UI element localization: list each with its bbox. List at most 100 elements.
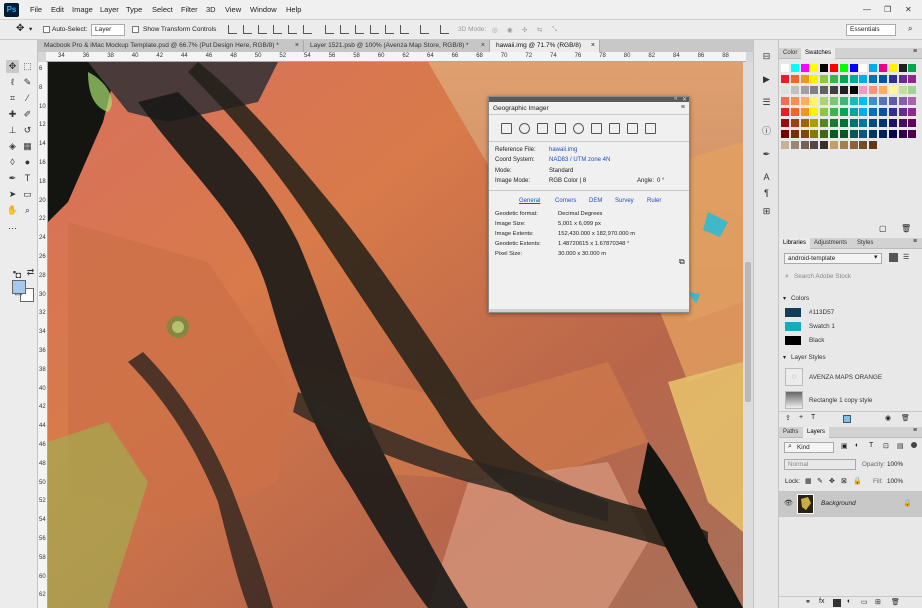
distribute-bottom-icon[interactable] — [355, 25, 364, 34]
color-swatch[interactable] — [849, 97, 858, 105]
marquee-tool-icon[interactable]: ⬚ — [21, 60, 34, 73]
color-swatch[interactable] — [790, 64, 799, 72]
collapse-icon[interactable]: « — [674, 96, 677, 102]
menu-window[interactable]: Window — [250, 5, 277, 14]
color-swatch[interactable] — [820, 75, 829, 83]
align-top-icon[interactable] — [228, 25, 237, 34]
color-swatch[interactable] — [908, 97, 917, 105]
color-swatch[interactable] — [859, 75, 868, 83]
color-swatch[interactable] — [879, 97, 887, 105]
color-swatch[interactable] — [839, 75, 848, 83]
menu-layer[interactable]: Layer — [100, 5, 119, 14]
menu-help[interactable]: Help — [286, 5, 301, 14]
auto-select-checkbox[interactable] — [43, 26, 50, 33]
color-swatch[interactable] — [800, 108, 809, 116]
dodge-tool-icon[interactable]: ● — [21, 156, 34, 169]
tab-layer-1521[interactable]: Layer 1521.psb @ 100% (Avenza Map Store,… — [304, 40, 490, 52]
layer-filter-dropdown[interactable]: ⌕ Kind — [784, 442, 834, 453]
color-swatch[interactable] — [781, 97, 789, 105]
color-swatch[interactable] — [810, 108, 819, 116]
move-tool-icon[interactable]: ✥ — [16, 23, 24, 34]
color-swatch[interactable] — [849, 141, 858, 149]
library-dropdown[interactable]: android-template — [784, 253, 882, 264]
panel-drag-handle[interactable] — [489, 97, 689, 102]
clone-stamp-icon[interactable]: ⊥ — [6, 124, 19, 137]
add-text-icon[interactable]: T — [811, 414, 815, 421]
color-swatch[interactable] — [859, 141, 868, 149]
color-swatch[interactable] — [800, 119, 809, 127]
color-swatch[interactable] — [781, 86, 789, 94]
color-swatch[interactable] — [810, 141, 819, 149]
tile-icon[interactable] — [537, 123, 548, 134]
color-swatch[interactable] — [800, 64, 809, 72]
color-swatch[interactable] — [839, 86, 848, 94]
trash-icon[interactable]: 🗑 — [901, 414, 910, 422]
hand-tool-icon[interactable]: ✋ — [6, 204, 19, 217]
filter-adjustment-icon[interactable]: ◐ — [855, 442, 859, 449]
filter-type-icon[interactable]: T — [869, 442, 873, 449]
table-icon[interactable] — [627, 123, 638, 134]
color-swatch[interactable] — [859, 108, 868, 116]
color-swatch[interactable] — [849, 108, 858, 116]
menu-edit[interactable]: Edit — [51, 5, 64, 14]
terrain-icon[interactable] — [591, 123, 602, 134]
geodetic-format-value[interactable]: Decimal Degrees — [558, 211, 602, 217]
reference-file-value[interactable]: hawaii.img — [549, 147, 577, 153]
lock-pixels-icon[interactable]: ✎ — [817, 477, 823, 485]
color-swatch[interactable] — [820, 108, 829, 116]
filter-toggle-icon[interactable] — [911, 442, 917, 448]
color-swatch[interactable] — [790, 86, 799, 94]
panel-menu-icon[interactable]: ≡ — [913, 238, 917, 245]
color-swatch[interactable] — [849, 130, 858, 138]
close-icon[interactable]: ✕ — [682, 96, 687, 103]
adjustment-layer-icon[interactable]: ◐ — [847, 598, 851, 605]
color-swatch[interactable] — [898, 119, 907, 127]
resize-handle[interactable] — [489, 309, 689, 312]
info-icon[interactable]: ⓘ — [760, 125, 773, 137]
color-swatch[interactable] — [879, 130, 887, 138]
zoom-tool-icon[interactable]: ⌕ — [21, 204, 34, 217]
tab-libraries[interactable]: Libraries — [779, 238, 811, 249]
cloud-sync-icon[interactable]: ◉ — [885, 414, 891, 422]
color-swatch[interactable] — [790, 141, 799, 149]
lock-all-icon[interactable]: 🔒 — [853, 477, 862, 485]
color-swatch[interactable] — [810, 75, 819, 83]
list-item[interactable]: Swatch 1 — [779, 320, 922, 333]
brush-tool-icon[interactable]: ✐ — [21, 108, 34, 121]
filter-smart-object-icon[interactable]: ▤ — [897, 442, 904, 450]
type-tool-icon[interactable]: T — [21, 172, 34, 185]
color-swatch[interactable] — [839, 108, 848, 116]
color-swatch[interactable] — [781, 130, 789, 138]
show-transform-checkbox[interactable] — [132, 26, 139, 33]
close-icon[interactable]: × — [591, 40, 595, 52]
color-swatch[interactable] — [859, 97, 868, 105]
menu-select[interactable]: Select — [152, 5, 173, 14]
add-color-icon[interactable] — [843, 415, 851, 423]
color-swatch[interactable] — [800, 141, 809, 149]
color-swatch[interactable] — [908, 119, 917, 127]
chevron-down-icon[interactable]: ▾ — [29, 25, 32, 33]
tab-survey[interactable]: Survey — [615, 198, 634, 204]
menu-file[interactable]: File — [30, 5, 42, 14]
character-icon[interactable]: A — [760, 171, 773, 183]
color-swatch[interactable] — [888, 75, 897, 83]
color-swatch[interactable] — [879, 119, 887, 127]
filter-pixel-icon[interactable]: ▣ — [841, 442, 848, 450]
color-swatch[interactable] — [849, 86, 858, 94]
link-layers-icon[interactable]: ⚭ — [805, 598, 811, 606]
tab-corners[interactable]: Corners — [555, 198, 576, 204]
menu-3d[interactable]: 3D — [206, 5, 216, 14]
color-swatch[interactable] — [810, 119, 819, 127]
healing-brush-icon[interactable]: ✚ — [6, 108, 19, 121]
close-icon[interactable]: × — [481, 40, 485, 52]
color-swatch[interactable] — [908, 108, 917, 116]
distribute-hcenter-icon[interactable] — [385, 25, 394, 34]
lock-position-icon[interactable]: ✥ — [829, 477, 835, 485]
color-swatch[interactable] — [859, 64, 868, 72]
trash-icon[interactable]: 🗑 — [901, 224, 911, 233]
color-swatch[interactable] — [830, 97, 838, 105]
panel-menu-icon[interactable]: ≡ — [913, 48, 917, 55]
align-right-icon[interactable] — [303, 25, 312, 34]
new-group-icon[interactable]: ▭ — [861, 598, 868, 606]
color-swatch[interactable] — [810, 97, 819, 105]
